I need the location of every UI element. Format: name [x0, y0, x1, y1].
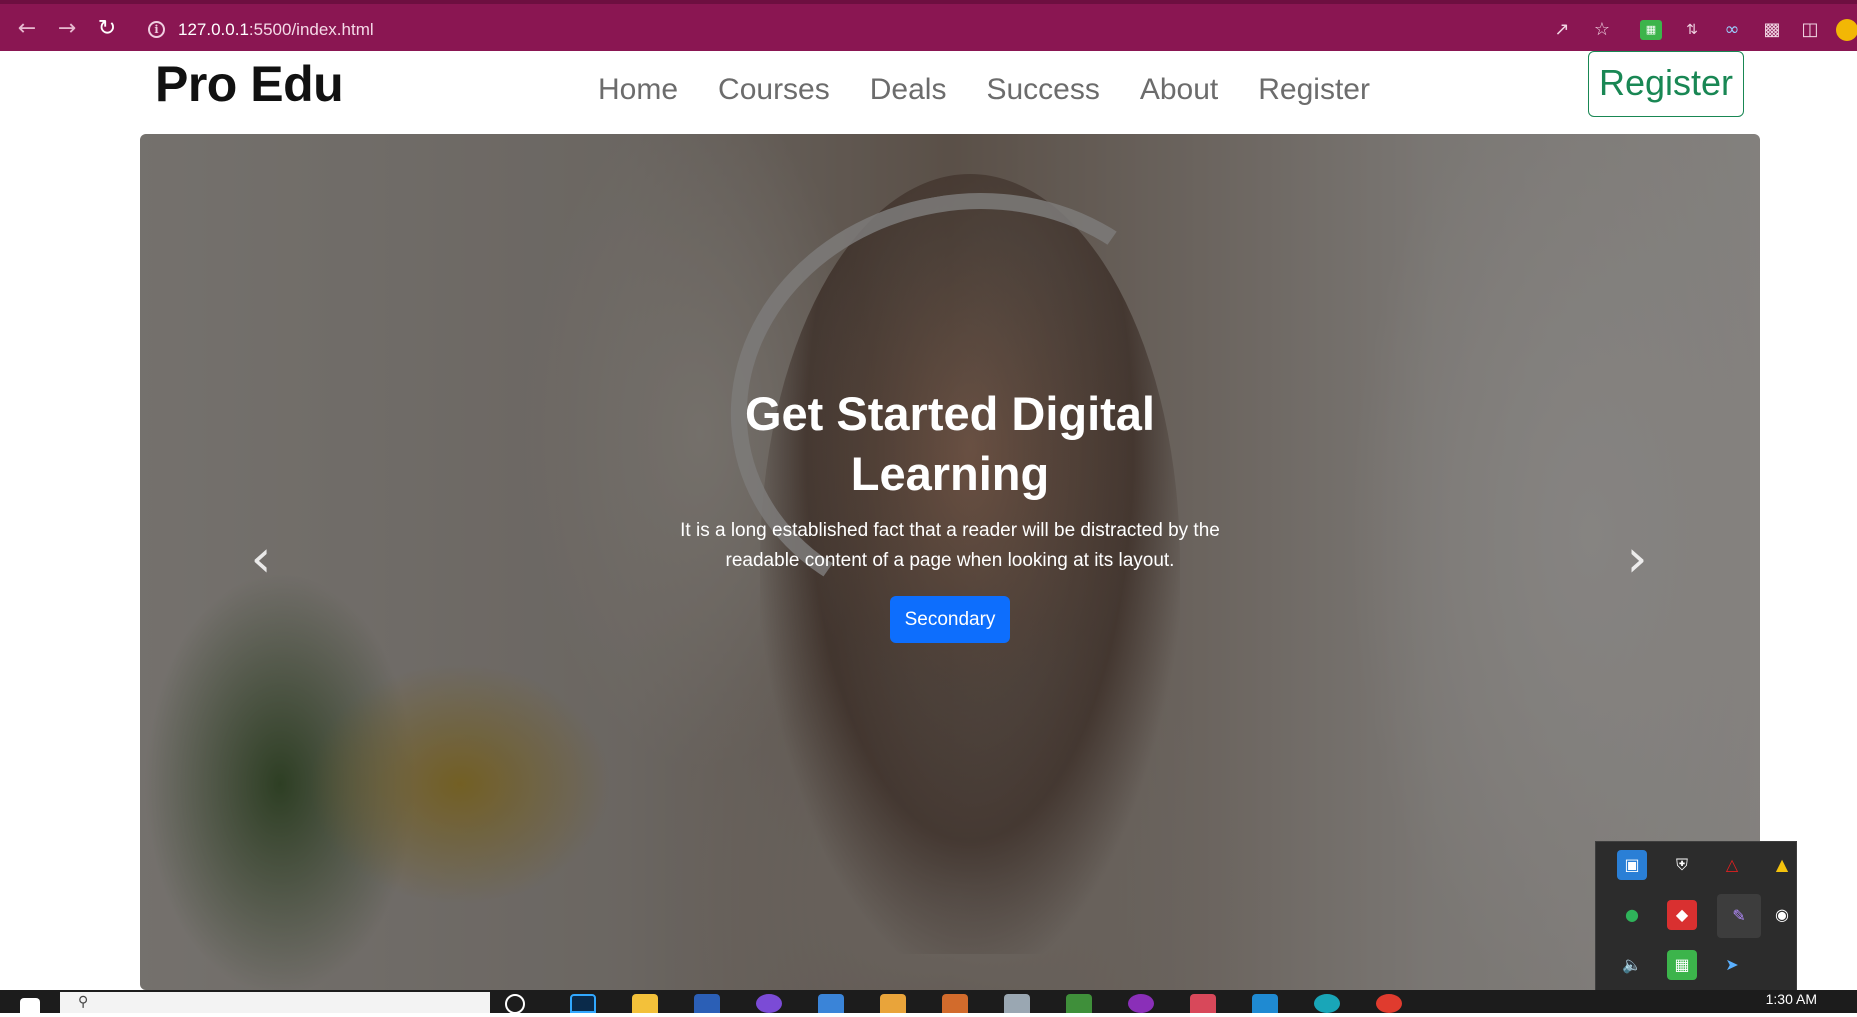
app-gray-taskbar-icon[interactable] — [1004, 994, 1030, 1013]
hero-secondary-button[interactable]: Secondary — [889, 596, 1011, 643]
bookmark-star-icon[interactable]: ☆ — [1590, 18, 1614, 42]
app-node-taskbar-icon[interactable] — [1066, 994, 1092, 1013]
tray-rocket-icon[interactable]: ➤ — [1717, 950, 1747, 980]
vscode-taskbar-icon[interactable] — [1252, 994, 1278, 1013]
extension-green-icon[interactable]: ▦ — [1640, 20, 1662, 40]
taskbar-clock[interactable]: 1:30 AM — [1766, 991, 1817, 1007]
site-info-icon[interactable]: i — [148, 21, 165, 38]
app-sublime-taskbar-icon[interactable] — [942, 994, 968, 1013]
tray-overflow-popup: ▣ ⛨ △ ▲ ● ◆ ✎ ◉ 🔈 ▦ ➤ — [1595, 841, 1797, 991]
nav-link-success[interactable]: Success — [986, 65, 1099, 115]
nav-link-deals[interactable]: Deals — [870, 65, 947, 115]
forward-arrow-icon[interactable]: → — [54, 16, 80, 42]
nav-link-home[interactable]: Home — [598, 65, 678, 115]
register-button[interactable]: Register — [1588, 51, 1744, 117]
app-red-taskbar-icon[interactable] — [1190, 994, 1216, 1013]
extension-link-icon[interactable]: ∞ — [1720, 18, 1744, 42]
tray-pen-icon[interactable]: ✎ — [1717, 894, 1761, 938]
tray-sync-icon[interactable]: ● — [1617, 900, 1647, 930]
share-icon[interactable]: ↗ — [1550, 18, 1574, 42]
brand-logo[interactable]: Pro Edu — [155, 55, 344, 113]
tray-network-icon[interactable]: ▣ — [1617, 850, 1647, 880]
extensions-puzzle-icon[interactable]: ▩ — [1760, 18, 1784, 42]
app-blue-taskbar-icon[interactable] — [818, 994, 844, 1013]
nav-link-courses[interactable]: Courses — [718, 65, 830, 115]
tray-grammarly-icon[interactable]: ◉ — [1767, 900, 1797, 930]
hero-carousel: ‹ › Get Started Digital Learning It is a… — [140, 134, 1760, 990]
photoshop-taskbar-icon[interactable] — [570, 994, 596, 1013]
tray-security-shield-icon[interactable]: ⛨ — [1667, 850, 1697, 880]
nav-links: Home Courses Deals Success About Registe… — [598, 65, 1410, 115]
address-bar[interactable]: i 127.0.0.1:5500/index.html — [136, 12, 1576, 48]
hero-title: Get Started Digital Learning — [744, 387, 1155, 500]
back-arrow-icon[interactable]: ← — [14, 16, 40, 42]
file-explorer-taskbar-icon[interactable] — [632, 994, 658, 1013]
browser-toolbar: ← → ↻ i 127.0.0.1:5500/index.html ↗ ☆ ▦ … — [0, 0, 1857, 51]
nav-link-register[interactable]: Register — [1258, 65, 1370, 115]
profile-avatar-icon[interactable] — [1836, 19, 1857, 41]
hero-description: It is a long established fact that a rea… — [680, 520, 1220, 571]
extension-seo-icon[interactable]: ⇅ — [1680, 18, 1704, 42]
tray-anydesk-icon[interactable]: ◆ — [1667, 900, 1697, 930]
start-windows-icon[interactable] — [20, 998, 40, 1017]
search-icon: ⚲ — [78, 994, 89, 1010]
chrome-taskbar-icon[interactable] — [1376, 994, 1402, 1013]
reload-icon[interactable]: ↻ — [94, 16, 120, 42]
hero-caption: Get Started Digital Learning It is a lon… — [140, 384, 1760, 643]
edge-taskbar-icon[interactable] — [1314, 994, 1340, 1013]
app-purple-taskbar-icon[interactable] — [756, 994, 782, 1013]
url-text: 127.0.0.1:5500/index.html — [178, 20, 374, 39]
tray-volume-icon[interactable]: 🔈 — [1617, 950, 1647, 980]
nav-link-about[interactable]: About — [1140, 65, 1218, 115]
tray-acrobat-icon[interactable]: △ — [1717, 850, 1747, 880]
site-navbar: Pro Edu Home Courses Deals Success About… — [0, 51, 1857, 134]
word-taskbar-icon[interactable] — [694, 994, 720, 1013]
side-panel-icon[interactable]: ◫ — [1798, 18, 1822, 42]
windows-taskbar: ⚲ 1:30 AM — [0, 990, 1857, 1017]
app-magenta-taskbar-icon[interactable] — [1128, 994, 1154, 1013]
taskbar-search-box[interactable]: ⚲ — [60, 992, 490, 1013]
tray-drive-icon[interactable]: ▲ — [1767, 850, 1797, 880]
app-orange-taskbar-icon[interactable] — [880, 994, 906, 1013]
task-view-icon[interactable] — [505, 994, 525, 1014]
tray-green-app-icon[interactable]: ▦ — [1667, 950, 1697, 980]
